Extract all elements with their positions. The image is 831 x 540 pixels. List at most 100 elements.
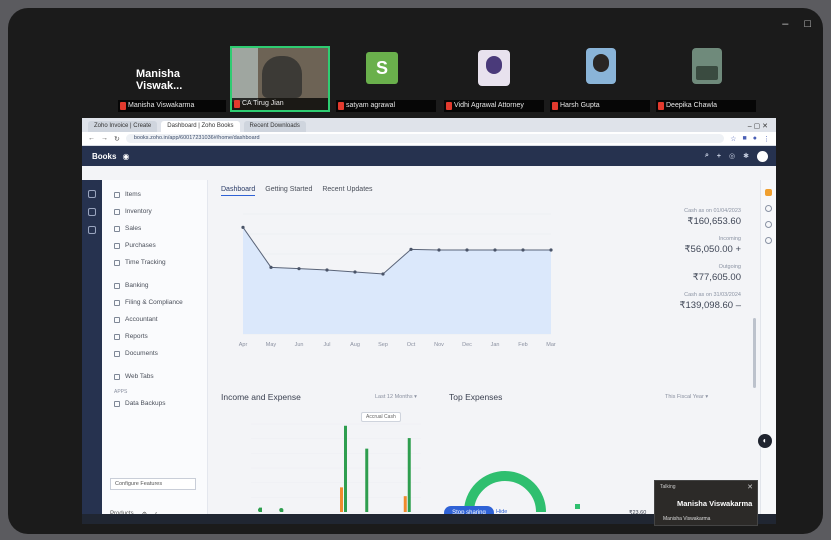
participant-strip: Manisha Viswak... Manisha Viswakarma CA …	[118, 46, 758, 116]
stat-value: ₹160,653.60	[687, 216, 741, 227]
sidebar-item-label: Purchases	[125, 242, 156, 249]
sidebar-item-label: Accountant	[125, 316, 158, 323]
participant-name: CA Tirug Jian	[242, 100, 284, 107]
sidebar: Items Inventory Sales Purchases Time Tra…	[102, 180, 208, 524]
help-icon[interactable]	[765, 205, 772, 212]
profile-icon[interactable]: ●	[753, 135, 757, 142]
sidebar-item-purchases[interactable]: Purchases	[102, 237, 207, 254]
income-expense-title: Income and Expense	[221, 392, 301, 402]
settings-icon[interactable]: ✱	[743, 152, 749, 160]
participant-tile[interactable]: Harsh Gupta	[550, 46, 650, 112]
browser-tab[interactable]: Recent Downloads	[243, 121, 306, 132]
sidebar-item-label: Banking	[125, 282, 149, 289]
notification-badge-icon[interactable]	[765, 189, 772, 196]
stat-incoming: Incoming ₹56,050.00 +	[569, 236, 742, 255]
chat-icon[interactable]	[765, 221, 772, 228]
x-tick-label: Jan	[491, 342, 500, 348]
sidebar-item-documents[interactable]: Documents	[102, 345, 207, 362]
tab-getting-started[interactable]: Getting Started	[265, 186, 312, 196]
legend-swatch	[575, 504, 580, 509]
add-icon[interactable]: +	[717, 153, 721, 160]
participant-tile-self[interactable]: Manisha Viswak... Manisha Viswakarma	[118, 46, 226, 112]
reports-icon	[114, 333, 120, 340]
sidebar-item-banking[interactable]: Banking	[102, 277, 207, 294]
minimize-button[interactable]: –	[782, 18, 788, 30]
stat-value: ₹56,050.00 +	[684, 244, 742, 255]
reload-icon[interactable]: ↻	[114, 135, 120, 143]
sidebar-item-reports[interactable]: Reports	[102, 328, 207, 345]
extension-icon[interactable]: ■	[743, 135, 747, 142]
income-expense-period-dropdown[interactable]: Last 12 Months ▾	[375, 394, 417, 400]
mic-muted-icon	[658, 102, 664, 110]
avatar-initial: S	[366, 52, 398, 84]
org-dropdown-icon[interactable]: ◉	[122, 152, 129, 161]
data-point	[325, 268, 329, 272]
participant-tile[interactable]: S satyam agrawal	[336, 46, 436, 112]
self-video-pip[interactable]: Talking ✕ Manisha Viswakarma Manisha Vis…	[654, 480, 758, 526]
maximize-button[interactable]: □	[804, 18, 811, 30]
participant-tile[interactable]: Vidhi Agrawal Attorney	[444, 46, 544, 112]
browser-tab-active[interactable]: Dashboard | Zoho Books	[161, 121, 240, 132]
apps-icon[interactable]	[88, 208, 96, 216]
scrollbar[interactable]	[753, 318, 756, 388]
data-point	[521, 248, 525, 252]
feedback-icon[interactable]	[765, 237, 772, 244]
top-expenses-period-dropdown[interactable]: This Fiscal Year ▾	[665, 394, 708, 400]
sidebar-item-label: Reports	[125, 333, 148, 340]
app-body: Items Inventory Sales Purchases Time Tra…	[82, 180, 776, 524]
participant-name: Harsh Gupta	[560, 102, 600, 109]
sidebar-item-items[interactable]: Items	[102, 186, 207, 203]
purchases-icon	[114, 242, 120, 249]
star-icon[interactable]: ☆	[730, 135, 736, 143]
x-tick-label: May	[266, 342, 277, 348]
stat-label: Outgoing	[718, 264, 741, 270]
backup-icon	[114, 400, 120, 407]
menu-icon[interactable]: ⋮	[763, 135, 770, 143]
dashboard-tabs: Dashboard Getting Started Recent Updates	[221, 186, 373, 196]
right-toolbar	[760, 180, 776, 524]
participant-tile-speaking[interactable]: CA Tirug Jian	[230, 46, 330, 112]
user-avatar[interactable]	[757, 150, 768, 162]
stat-outgoing: Outgoing ₹77,605.00	[569, 264, 741, 283]
area-fill	[243, 227, 551, 334]
participant-video	[262, 56, 302, 98]
x-tick-label: Mar	[546, 342, 556, 348]
data-point	[241, 225, 245, 229]
close-icon[interactable]: ✕	[747, 483, 753, 491]
floating-action-icon[interactable]: ◐	[758, 434, 772, 448]
sidebar-item-data-backups[interactable]: Data Backups	[102, 395, 207, 412]
sidebar-item-inventory[interactable]: Inventory	[102, 203, 207, 220]
left-rail	[82, 180, 102, 524]
x-tick-label: Jul	[323, 342, 330, 348]
participant-tile[interactable]: Deepika Chawla	[656, 46, 756, 112]
back-icon[interactable]: ←	[88, 135, 95, 142]
mic-muted-icon	[120, 102, 126, 110]
x-tick-label: Jun	[295, 342, 304, 348]
url-field[interactable]: books.zoho.in/app/60017231036#/home/dash…	[125, 134, 725, 143]
home-icon[interactable]	[88, 190, 96, 198]
sidebar-item-time-tracking[interactable]: Time Tracking	[102, 254, 207, 271]
avatar	[586, 48, 616, 84]
pip-status: Talking	[660, 484, 676, 490]
sidebar-item-sales[interactable]: Sales	[102, 220, 207, 237]
tab-dashboard[interactable]: Dashboard	[221, 186, 256, 196]
browser-window-controls[interactable]: – ▢ ✕	[748, 121, 776, 132]
tab-recent-updates[interactable]: Recent Updates	[322, 186, 372, 196]
sidebar-item-accountant[interactable]: Accountant	[102, 311, 207, 328]
accountant-icon	[114, 316, 120, 323]
data-point	[409, 247, 413, 251]
browser-tab[interactable]: Zoho Invoice | Create	[88, 121, 158, 132]
sidebar-item-web-tabs[interactable]: Web Tabs	[102, 368, 207, 385]
income-bar	[344, 425, 347, 512]
notifications-icon[interactable]: ◎	[729, 152, 735, 160]
address-bar-row: ← → ↻ books.zoho.in/app/60017231036#/hom…	[82, 132, 776, 146]
sidebar-item-label: Data Backups	[125, 400, 166, 407]
expense-bar	[340, 487, 343, 512]
sidebar-item-filing[interactable]: Filing & Compliance	[102, 294, 207, 311]
participant-name: satyam agrawal	[346, 102, 396, 109]
forward-icon[interactable]: →	[101, 135, 108, 142]
grid-icon[interactable]	[88, 226, 96, 234]
search-icon[interactable]: ⌕	[705, 152, 709, 160]
configure-features-button[interactable]: Configure Features	[110, 478, 196, 490]
filing-icon	[114, 299, 120, 306]
